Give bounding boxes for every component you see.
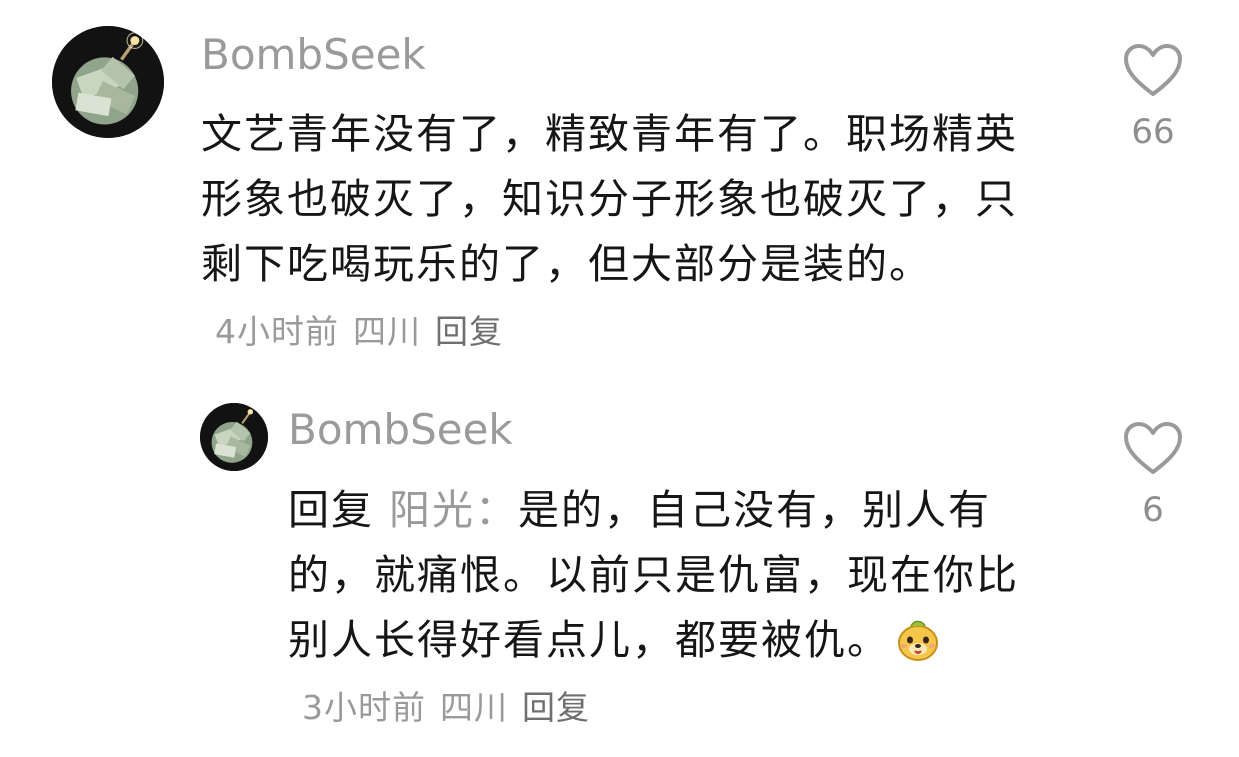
comment-meta: 4小时前 四川 回复 bbox=[201, 312, 503, 351]
money-bomb-avatar-icon bbox=[200, 403, 268, 471]
reply-meta: 3小时前 四川 回复 bbox=[288, 688, 590, 727]
comment-username[interactable]: BombSeek bbox=[201, 29, 426, 81]
comment-time: 4小时前 bbox=[215, 312, 339, 351]
reply-time: 3小时前 bbox=[302, 688, 426, 727]
like-control: 66 bbox=[1113, 42, 1193, 152]
reply-target-user[interactable]: 阳光： bbox=[389, 486, 518, 534]
like-control: 6 bbox=[1113, 420, 1193, 530]
money-bomb-avatar-icon bbox=[52, 26, 164, 138]
like-count: 66 bbox=[1131, 112, 1175, 152]
reply-location: 四川 bbox=[440, 688, 508, 727]
comment-body: 文艺青年没有了，精致青年有了。职场精英形象也破灭了，知识分子形象也破灭了，只剩下… bbox=[201, 102, 1046, 364]
reply-button[interactable]: 回复 bbox=[435, 312, 503, 351]
reply-prefix: 回复 bbox=[288, 486, 374, 534]
reply-username[interactable]: BombSeek bbox=[288, 404, 513, 456]
comment-text: 文艺青年没有了，精致青年有了。职场精英形象也破灭了，知识分子形象也破灭了，只剩下… bbox=[201, 110, 1018, 288]
puppy-face-emoji-icon bbox=[898, 620, 938, 661]
reply-body: 回复 阳光：是的，自己没有，别人有的，就痛恨。以前只是仇富，现在你比别人长得好看… bbox=[288, 478, 1048, 740]
reply-button[interactable]: 回复 bbox=[522, 688, 590, 727]
avatar[interactable] bbox=[52, 26, 164, 138]
heart-outline-icon[interactable] bbox=[1122, 420, 1184, 476]
like-count: 6 bbox=[1142, 490, 1164, 530]
heart-outline-icon[interactable] bbox=[1122, 42, 1184, 98]
comment-location: 四川 bbox=[353, 312, 421, 351]
avatar[interactable] bbox=[200, 403, 268, 471]
